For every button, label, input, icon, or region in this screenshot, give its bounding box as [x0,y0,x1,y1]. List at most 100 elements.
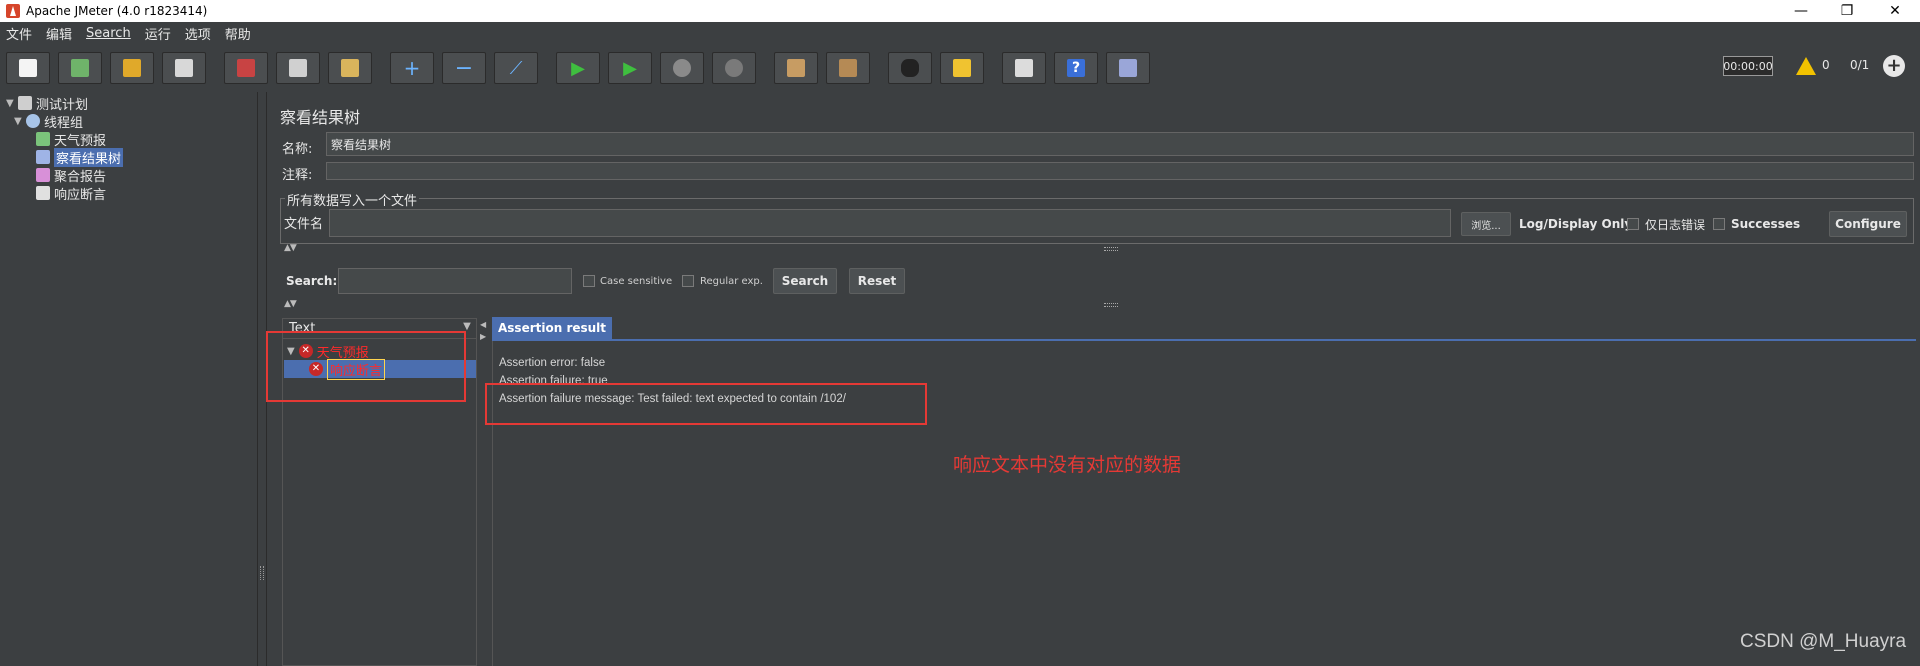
split-arrows-icon[interactable]: ▲▼ [284,243,297,253]
tree-node-view-results-tree[interactable]: 察看结果树 [36,147,124,167]
assertion-line-error: Assertion error: false [499,357,606,369]
clear-all-button[interactable] [826,52,870,84]
save-icon [175,59,193,77]
split-right-icon[interactable]: ▶ [480,332,486,341]
results-splitter[interactable]: ◀ ▶ [480,318,487,666]
start-icon: ▶ [571,57,585,79]
panel-title: 察看结果树 [280,108,361,127]
browse-button[interactable]: 浏览... [1461,212,1511,236]
menu-search[interactable]: Search [86,26,131,41]
thread-group-icon [26,114,40,128]
splitter-grip-icon[interactable] [1104,303,1118,307]
elapsed-timer: 00:00:00 [1723,56,1773,76]
comment-field[interactable] [326,162,1914,180]
expand-button[interactable]: + [390,52,434,84]
remote-icon [1119,59,1137,77]
restore-icon[interactable]: ❐ [1824,0,1870,22]
warning-icon[interactable] [1796,57,1816,75]
open-icon [123,59,141,77]
test-plan-icon [18,96,32,110]
jmeter-window: Apache JMeter (4.0 r1823414) — ❐ ✕ 文件 编辑… [0,0,1920,666]
toolbar: + − ⟋ ▶ ▶ ? 00:00:00 0 0/1 + [0,44,1920,92]
menu-file[interactable]: 文件 [6,24,32,43]
split-arrows-icon[interactable]: ▲▼ [284,299,297,309]
collapse-button[interactable]: − [442,52,486,84]
filename-input[interactable] [329,209,1451,237]
tab-assertion-result[interactable]: Assertion result [492,317,613,339]
search-button[interactable]: Search [773,268,837,294]
shutdown-button[interactable] [712,52,756,84]
open-button[interactable] [110,52,154,84]
comment-label: 注释: [282,168,313,183]
toggle-button[interactable]: ⟋ [494,52,538,84]
splitter-2[interactable]: ▲▼ [282,299,1914,312]
function-helper-button[interactable] [1002,52,1046,84]
tree-node-test-plan[interactable]: ▼ 测试计划 [6,94,88,113]
listener-icon [36,150,50,164]
start-button[interactable]: ▶ [556,52,600,84]
expand-arrow-icon[interactable]: ▼ [14,116,24,127]
splitter-grip-icon[interactable] [260,566,264,580]
clear-icon [787,59,805,77]
remote-button[interactable] [1106,52,1150,84]
tree-node-thread-group[interactable]: ▼ 线程组 [14,112,83,131]
splitter-grip-icon[interactable] [1104,247,1118,251]
expand-icon: + [403,56,421,80]
filename-label: 文件名 [284,217,324,232]
assertion-icon [36,186,50,200]
regex-checkbox[interactable] [682,275,694,287]
test-plan-tree: ▼ 测试计划 ▼ 线程组 天气预报 察看结果树 聚合报告 响应断言 [0,92,258,666]
sampler-icon [36,132,50,146]
paste-button[interactable] [328,52,372,84]
active-threads: 0/1 [1850,58,1870,72]
tree-node-response-assertion[interactable]: 响应断言 [36,184,106,203]
shutdown-icon [725,59,743,77]
reset-button[interactable]: Reset [849,268,905,294]
copy-icon [289,59,307,77]
copy-button[interactable] [276,52,320,84]
help-icon: ? [1067,59,1085,77]
menu-edit[interactable]: 编辑 [46,24,72,43]
jmeter-logo-icon [6,4,20,18]
name-field[interactable]: 察看结果树 [326,132,1914,156]
menu-options[interactable]: 选项 [185,24,211,43]
clear-all-icon [839,59,857,77]
tree-node-weather[interactable]: 天气预报 [36,130,106,149]
save-button[interactable] [162,52,206,84]
templates-button[interactable] [58,52,102,84]
watermark: CSDN @M_Huayra [1740,631,1907,652]
search-button[interactable] [888,52,932,84]
collapse-icon: − [454,55,474,81]
splitter-1[interactable]: ▲▼ [282,243,1914,256]
stop-button[interactable] [660,52,704,84]
window-title: Apache JMeter (4.0 r1823414) [26,4,208,18]
search-label: Search: [286,274,338,288]
search-input[interactable] [338,268,572,294]
menu-run[interactable]: 运行 [145,24,171,43]
remote-add-icon[interactable]: + [1883,55,1905,77]
case-sensitive-checkbox[interactable] [583,275,595,287]
successes-label: Successes [1731,217,1801,231]
cut-button[interactable] [224,52,268,84]
minimize-icon[interactable]: — [1778,0,1824,22]
toggle-icon: ⟋ [509,57,523,79]
file-group-legend: 所有数据写入一个文件 [285,190,420,209]
menu-bar: 文件 编辑 Search 运行 选项 帮助 [0,22,1920,44]
annotation-note: 响应文本中没有对应的数据 [953,454,1182,476]
write-to-file-group: 所有数据写入一个文件 文件名 浏览... Log/Display Only: 仅… [280,190,1914,244]
menu-help[interactable]: 帮助 [225,24,251,43]
expand-arrow-icon[interactable]: ▼ [6,98,16,109]
errors-checkbox[interactable] [1627,218,1639,230]
successes-checkbox[interactable] [1713,218,1725,230]
split-left-icon[interactable]: ◀ [480,320,486,329]
help-button[interactable]: ? [1054,52,1098,84]
new-button[interactable] [6,52,50,84]
close-icon[interactable]: ✕ [1872,0,1918,22]
name-label: 名称: [282,142,313,157]
configure-button[interactable]: Configure [1829,211,1907,237]
tree-node-aggregate-report[interactable]: 聚合报告 [36,166,106,185]
start-no-pause-button[interactable]: ▶ [608,52,652,84]
reset-search-button[interactable] [940,52,984,84]
clear-button[interactable] [774,52,818,84]
errors-label: 仅日志错误 [1645,218,1706,232]
